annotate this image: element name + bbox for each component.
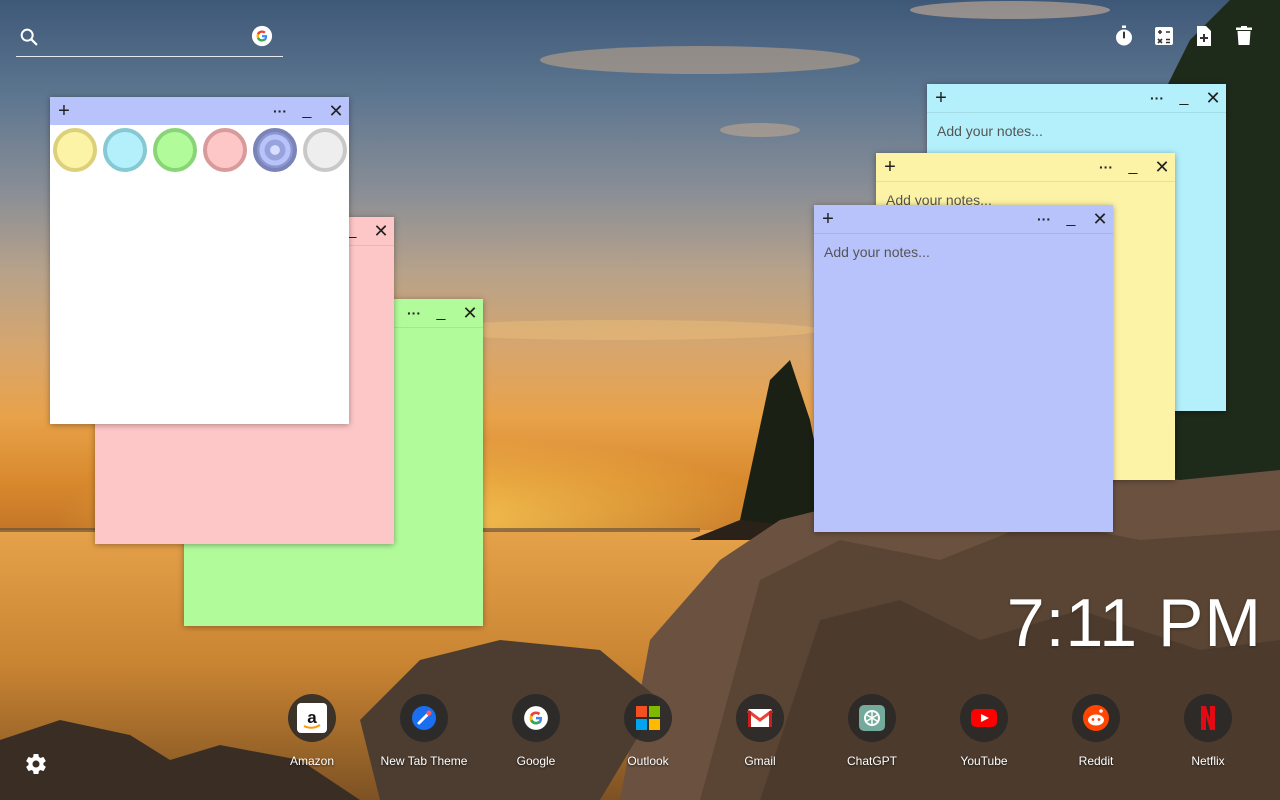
search-input[interactable]: [50, 26, 244, 52]
search-icon[interactable]: [18, 26, 40, 48]
new-note-icon[interactable]: [1192, 24, 1216, 48]
new-tab-theme-icon: [400, 694, 448, 742]
close-icon[interactable]: ✕: [1202, 84, 1224, 112]
sticky-note-blue: + ··· _ ✕: [814, 205, 1113, 532]
note-titlebar[interactable]: + ··· _ ✕: [876, 153, 1175, 181]
add-note-icon[interactable]: +: [930, 84, 952, 112]
color-swatch-pink[interactable]: [203, 128, 247, 172]
color-swatch-yellow[interactable]: [53, 128, 97, 172]
close-icon[interactable]: ✕: [370, 217, 392, 245]
netflix-icon: [1184, 694, 1232, 742]
more-options-icon[interactable]: ···: [1033, 205, 1055, 233]
add-note-icon[interactable]: +: [53, 97, 75, 125]
clock-time: 7:11 PM: [1006, 585, 1262, 661]
gear-icon[interactable]: [24, 752, 48, 776]
more-options-icon[interactable]: ···: [1146, 84, 1168, 112]
shortcut-chatgpt[interactable]: ChatGPT: [816, 694, 928, 774]
shortcut-new-tab-theme[interactable]: New Tab Theme: [368, 694, 480, 774]
minimize-icon[interactable]: _: [296, 97, 318, 125]
note-titlebar[interactable]: + ··· _ ✕: [814, 205, 1113, 233]
timer-icon[interactable]: [1112, 24, 1136, 48]
shortcut-label: Amazon: [289, 754, 335, 768]
shortcut-label: Netflix: [1191, 754, 1225, 768]
minimize-icon[interactable]: _: [1173, 84, 1195, 112]
google-icon[interactable]: [251, 25, 273, 47]
more-options-icon[interactable]: ···: [1095, 153, 1117, 181]
color-swatch-gray[interactable]: [303, 128, 347, 172]
shortcut-label: Gmail: [744, 754, 776, 768]
shortcut-label: Google: [516, 754, 556, 768]
shortcut-label: ChatGPT: [846, 754, 897, 768]
color-swatch-blue[interactable]: [253, 128, 297, 172]
shortcut-outlook[interactable]: Outlook: [592, 694, 704, 774]
shortcut-google[interactable]: Google: [480, 694, 592, 774]
google-icon: [512, 694, 560, 742]
svg-text:a: a: [307, 708, 317, 727]
color-swatch-cyan[interactable]: [103, 128, 147, 172]
note-titlebar[interactable]: + ··· _ ✕: [927, 84, 1226, 112]
close-icon[interactable]: ✕: [325, 97, 347, 125]
amazon-icon: a: [288, 694, 336, 742]
search-bar: [16, 22, 283, 57]
close-icon[interactable]: ✕: [1151, 153, 1173, 181]
shortcut-gmail[interactable]: Gmail: [704, 694, 816, 774]
note-titlebar[interactable]: + ··· _ ✕: [50, 97, 349, 125]
close-icon[interactable]: ✕: [1089, 205, 1111, 233]
shortcut-youtube[interactable]: YouTube: [928, 694, 1040, 774]
shortcut-netflix[interactable]: Netflix: [1152, 694, 1264, 774]
color-palette: [50, 125, 349, 424]
youtube-icon: [960, 694, 1008, 742]
shortcut-amazon[interactable]: a Amazon: [256, 694, 368, 774]
color-swatch-green[interactable]: [153, 128, 197, 172]
more-options-icon[interactable]: ···: [403, 299, 425, 327]
minimize-icon[interactable]: _: [430, 299, 452, 327]
minimize-icon[interactable]: _: [1060, 205, 1082, 233]
more-options-icon[interactable]: ···: [269, 97, 291, 125]
shortcut-label: Outlook: [627, 754, 669, 768]
shortcut-reddit[interactable]: Reddit: [1040, 694, 1152, 774]
note-textarea[interactable]: [814, 234, 1113, 532]
gmail-icon: [736, 694, 784, 742]
sticky-note-white: + ··· _ ✕: [50, 97, 349, 424]
outlook-icon: [624, 694, 672, 742]
chatgpt-icon: [848, 694, 896, 742]
trash-icon[interactable]: [1232, 24, 1256, 48]
shortcut-label: YouTube: [960, 754, 1008, 768]
add-note-icon[interactable]: +: [817, 205, 839, 233]
close-icon[interactable]: ✕: [459, 299, 481, 327]
calculator-icon[interactable]: [1152, 24, 1176, 48]
shortcut-label: New Tab Theme: [380, 754, 468, 768]
add-note-icon[interactable]: +: [879, 153, 901, 181]
reddit-icon: [1072, 694, 1120, 742]
minimize-icon[interactable]: _: [1122, 153, 1144, 181]
shortcut-label: Reddit: [1078, 754, 1114, 768]
